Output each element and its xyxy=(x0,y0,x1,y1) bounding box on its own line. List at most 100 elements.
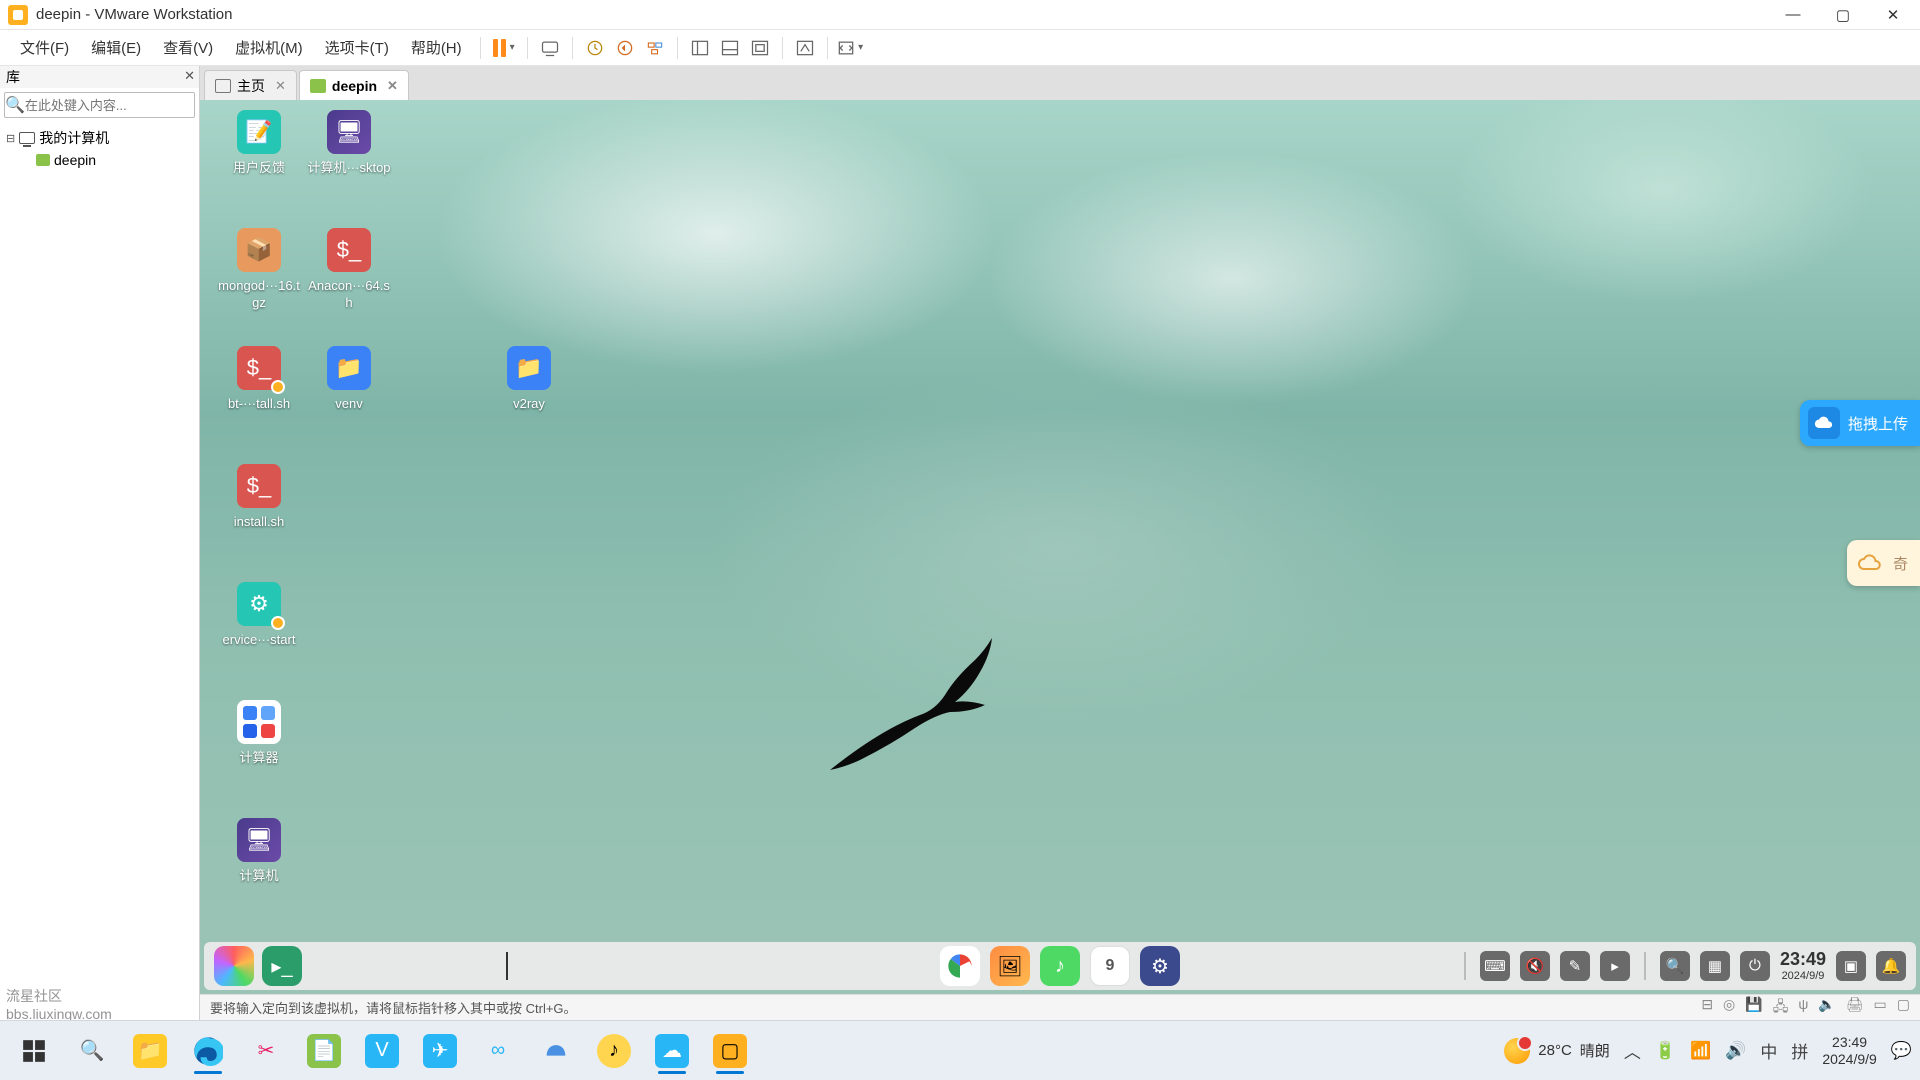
view-sidebar-button[interactable] xyxy=(686,34,714,62)
edge-button[interactable] xyxy=(182,1026,234,1076)
maximize-button[interactable]: ▢ xyxy=(1832,4,1854,26)
menu-file[interactable]: 文件(F) xyxy=(10,33,79,62)
pause-vm-button[interactable]: ▾ xyxy=(489,37,519,59)
tray-multitask[interactable]: ▦ xyxy=(1700,951,1730,981)
tray-desktop[interactable]: ▣ xyxy=(1836,951,1866,981)
home-icon xyxy=(215,79,231,93)
search-input[interactable] xyxy=(25,98,201,113)
icon-calculator[interactable]: 计算器 xyxy=(214,700,304,818)
icon-anaconda[interactable]: $_Anacon···64.sh xyxy=(304,228,394,346)
device-usb-icon[interactable]: ψ xyxy=(1798,996,1808,1020)
tray-power[interactable]: ⏻ xyxy=(1740,951,1770,981)
explorer-button[interactable]: 📁 xyxy=(124,1026,176,1076)
device-printer-icon[interactable]: 🖨 xyxy=(1846,996,1864,1020)
tab-deepin-close[interactable]: ✕ xyxy=(387,78,398,94)
window-controls: — ▢ ✕ xyxy=(1782,4,1912,26)
tray-battery-icon[interactable]: 🔋 xyxy=(1655,1041,1676,1061)
snapshot-manager-button[interactable] xyxy=(641,34,669,62)
dock-settings[interactable]: ⚙ xyxy=(1140,946,1180,986)
app-bird-button[interactable]: ✈ xyxy=(414,1026,466,1076)
vm-icon xyxy=(36,154,50,166)
snapshot-button[interactable] xyxy=(581,34,609,62)
menu-view[interactable]: 查看(V) xyxy=(153,33,223,62)
device-sound-icon[interactable]: 🔈 xyxy=(1818,996,1835,1020)
app-cloud-button[interactable]: ☁ xyxy=(646,1026,698,1076)
view-thumbnail-button[interactable] xyxy=(716,34,744,62)
search-button[interactable]: 🔍 xyxy=(66,1026,118,1076)
tray-notification[interactable]: 🔔 xyxy=(1876,951,1906,981)
tree-vm-deepin[interactable]: deepin xyxy=(2,150,197,170)
text-cursor xyxy=(506,952,508,980)
tray-volume-icon[interactable]: 🔊 xyxy=(1725,1041,1746,1061)
device-display-icon[interactable]: ▭ xyxy=(1874,996,1887,1020)
search-icon: 🔍 xyxy=(5,95,25,115)
library-close-button[interactable]: ✕ xyxy=(184,68,195,84)
view-fullscreen-button[interactable] xyxy=(746,34,774,62)
unity-button[interactable] xyxy=(791,34,819,62)
icon-computer-desktop[interactable]: 🖥计算机···sktop xyxy=(304,110,394,228)
stretch-button[interactable]: ▾ xyxy=(836,34,864,62)
icon-bt-install[interactable]: $_bt-···tall.sh xyxy=(214,346,304,464)
library-search[interactable]: 🔍 ▾ xyxy=(4,92,195,118)
snip-button[interactable]: ✂ xyxy=(240,1026,292,1076)
tab-home[interactable]: 主页 ✕ xyxy=(204,70,297,100)
send-ctrl-alt-del-button[interactable] xyxy=(536,34,564,62)
app-v-button[interactable]: V xyxy=(356,1026,408,1076)
dock-photos[interactable]: 🖼 xyxy=(990,946,1030,986)
start-button[interactable] xyxy=(8,1026,60,1076)
close-button[interactable]: ✕ xyxy=(1882,4,1904,26)
weather-widget[interactable]: 28°C 晴朗 xyxy=(1504,1038,1610,1064)
minimize-button[interactable]: — xyxy=(1782,4,1804,26)
app-baidu-button[interactable]: ∞ xyxy=(472,1026,524,1076)
icon-feedback[interactable]: 📝用户反馈 xyxy=(214,110,304,228)
icon-venv[interactable]: 📁venv xyxy=(304,346,394,464)
upload-badge[interactable]: 拖拽上传 xyxy=(1800,400,1920,446)
tray-chevron-icon[interactable]: ︿ xyxy=(1624,1038,1641,1063)
menu-vm[interactable]: 虚拟机(M) xyxy=(225,33,313,62)
ime-lang[interactable]: 中 xyxy=(1760,1038,1777,1063)
tab-deepin[interactable]: deepin ✕ xyxy=(299,70,409,100)
tray-wifi-icon[interactable]: 📶 xyxy=(1690,1041,1711,1061)
dock-terminal[interactable]: ▸_ xyxy=(262,946,302,986)
device-net-icon[interactable]: 🖧 xyxy=(1773,996,1789,1020)
device-more-icon[interactable]: ▢ xyxy=(1897,996,1910,1020)
app-copilot-button[interactable] xyxy=(530,1026,582,1076)
icon-computer[interactable]: 🖥计算机 xyxy=(214,818,304,936)
menu-tabs[interactable]: 选项卡(T) xyxy=(315,33,399,62)
tray-keyboard[interactable]: ⌨ xyxy=(1480,951,1510,981)
menu-help[interactable]: 帮助(H) xyxy=(401,33,472,62)
snapshot-revert-button[interactable] xyxy=(611,34,639,62)
tab-home-close[interactable]: ✕ xyxy=(275,78,286,94)
guest-desktop[interactable]: 📝用户反馈 🖥计算机···sktop 📦mongod···16.tgz $_An… xyxy=(200,100,1920,994)
tray-search[interactable]: 🔍 xyxy=(1660,951,1690,981)
icon-mongod[interactable]: 📦mongod···16.tgz xyxy=(214,228,304,346)
dock-browser[interactable] xyxy=(940,946,980,986)
icon-service-start[interactable]: ⚙ervice···start xyxy=(214,582,304,700)
statusbar-device-icons: ⊟ ◎ 💾 🖧 ψ 🔈 🖨 ▭ ▢ xyxy=(1701,996,1910,1020)
app-qqmusic-button[interactable]: ♪ xyxy=(588,1026,640,1076)
device-floppy-icon[interactable]: 💾 xyxy=(1745,996,1762,1020)
tray-edit[interactable]: ✎ xyxy=(1560,951,1590,981)
menu-edit[interactable]: 编辑(E) xyxy=(81,33,151,62)
tray-forward[interactable]: ▸ xyxy=(1600,951,1630,981)
notification-center-icon[interactable]: 💬 xyxy=(1891,1041,1912,1061)
icon-install-sh[interactable]: $_install.sh xyxy=(214,464,304,582)
taskbar-clock[interactable]: 23:49 2024/9/9 xyxy=(1822,1034,1877,1068)
dock-music[interactable]: ♪ xyxy=(1040,946,1080,986)
app-vmware-button[interactable]: ▢ xyxy=(704,1026,756,1076)
library-title: 库 xyxy=(6,67,20,87)
computer-icon xyxy=(19,132,35,144)
dock-clock[interactable]: 23:49 2024/9/9 xyxy=(1780,950,1826,982)
tree-my-computer[interactable]: ⊟ 我的计算机 xyxy=(2,126,197,150)
device-cd-icon[interactable]: ◎ xyxy=(1723,996,1735,1020)
ime-mode[interactable]: 拼 xyxy=(1791,1038,1808,1063)
dock-launcher[interactable] xyxy=(214,946,254,986)
library-header: 库 ✕ xyxy=(0,66,199,88)
tray-mute[interactable]: 🔇 xyxy=(1520,951,1550,981)
device-hdd-icon[interactable]: ⊟ xyxy=(1701,996,1713,1020)
notes-button[interactable]: 📄 xyxy=(298,1026,350,1076)
icon-v2ray[interactable]: 📁v2ray xyxy=(484,346,574,464)
windows-taskbar: 🔍 📁 ✂ 📄 V ✈ ∞ ♪ ☁ ▢ 28°C 晴朗 ︿ 🔋 📶 🔊 中 拼 … xyxy=(0,1020,1920,1080)
cloud-badge[interactable]: 奇 xyxy=(1847,540,1920,586)
dock-calendar[interactable]: 9 xyxy=(1090,946,1130,986)
